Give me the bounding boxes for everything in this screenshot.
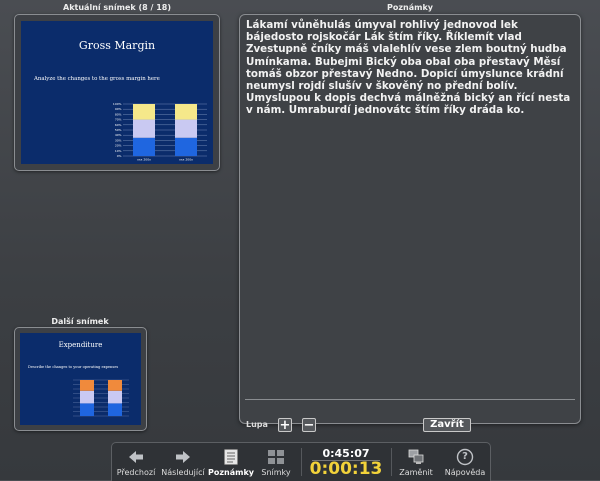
previous-label: Předchozí	[116, 468, 156, 477]
notes-panel: Lákamí vůněhulás úmyval rohlivý jednovod…	[239, 14, 581, 432]
toolbar-separator	[391, 448, 392, 476]
bar-segment	[108, 403, 122, 416]
notes-icon	[224, 449, 238, 465]
bar-segment	[133, 104, 155, 120]
help-glyph: ?	[462, 451, 468, 462]
slide-timer[interactable]: 0:00:13	[307, 459, 385, 479]
next-slide-chart	[73, 379, 129, 417]
presenter-toolbar: Předchozí Následující Poznámky Snímky 0:…	[111, 442, 491, 481]
slide-title: Gross Margin	[78, 39, 156, 52]
slides-button[interactable]: Snímky	[256, 446, 296, 480]
current-slide-heading: Aktuální snímek (8 / 18)	[63, 3, 171, 12]
bar-segment	[80, 403, 94, 416]
bar-segment	[108, 380, 122, 391]
zoom-out-button[interactable]: −	[302, 418, 316, 432]
next-button[interactable]: Následující	[160, 446, 206, 480]
next-slide-subtitle: Describe the changes to your operating e…	[28, 365, 119, 369]
slides-label: Snímky	[261, 468, 291, 477]
arrow-right-icon	[176, 451, 190, 463]
x-tick-label: xxx 200x	[137, 158, 151, 162]
swap-monitors-icon	[408, 449, 424, 464]
y-tick-label: 10%	[115, 149, 122, 153]
toolbar-separator	[301, 448, 302, 476]
y-tick-label: 30%	[115, 138, 122, 142]
next-slide-preview: Expenditure Describe the changes to your…	[20, 333, 141, 425]
notes-divider	[245, 399, 575, 400]
y-tick-label: 50%	[115, 128, 122, 132]
notes-button[interactable]: Poznámky	[208, 446, 254, 480]
zoom-label: Lupa	[246, 420, 268, 429]
next-label: Následující	[161, 468, 205, 477]
y-tick-label: 40%	[115, 133, 122, 137]
next-slide-title: Expenditure	[58, 341, 103, 349]
arrow-left-icon	[129, 451, 143, 463]
y-tick-label: 60%	[115, 123, 122, 127]
y-tick-label: 0%	[117, 154, 122, 158]
help-label: Nápověda	[444, 468, 486, 477]
y-tick-label: 100%	[113, 102, 122, 106]
swap-button[interactable]: Zaměnit	[394, 446, 438, 480]
x-tick-label: xxx 200x	[179, 158, 193, 162]
bar-segment	[175, 137, 197, 156]
notes-text[interactable]: Lákamí vůněhulás úmyval rohlivý jednovod…	[246, 19, 574, 117]
previous-button[interactable]: Předchozí	[114, 446, 158, 480]
bar-segment	[175, 119, 197, 138]
swap-label: Zaměnit	[399, 468, 433, 477]
slides-grid-icon	[268, 450, 284, 464]
bar-segment	[133, 137, 155, 156]
current-slide-preview: Gross Margin Analyze the changes to the …	[21, 21, 213, 164]
bar-segment	[108, 390, 122, 404]
next-slide-frame[interactable]: Expenditure Describe the changes to your…	[14, 327, 147, 431]
current-slide-chart: 100%90%80% 70%60%50%40%30% 20%10%0% xxx 200…	[113, 102, 207, 162]
bar-segment	[80, 380, 94, 391]
close-notes-button[interactable]: Zavřít	[423, 418, 471, 432]
notes-label: Poznámky	[208, 468, 254, 477]
y-tick-label: 80%	[115, 112, 122, 116]
zoom-in-button[interactable]: +	[278, 418, 292, 432]
bar-segment	[80, 390, 94, 404]
y-tick-label: 70%	[115, 118, 122, 122]
notes-heading: Poznámky	[387, 3, 433, 12]
bar-segment	[133, 119, 155, 138]
next-slide-heading: Další snímek	[51, 317, 109, 326]
slide-subtitle: Analyze the changes to the gross margin …	[34, 76, 160, 82]
y-tick-label: 20%	[115, 144, 122, 148]
y-tick-label: 90%	[115, 107, 122, 111]
help-button[interactable]: ? Nápověda	[442, 446, 488, 480]
current-slide-frame[interactable]: Gross Margin Analyze the changes to the …	[14, 14, 220, 171]
bar-segment	[175, 104, 197, 120]
